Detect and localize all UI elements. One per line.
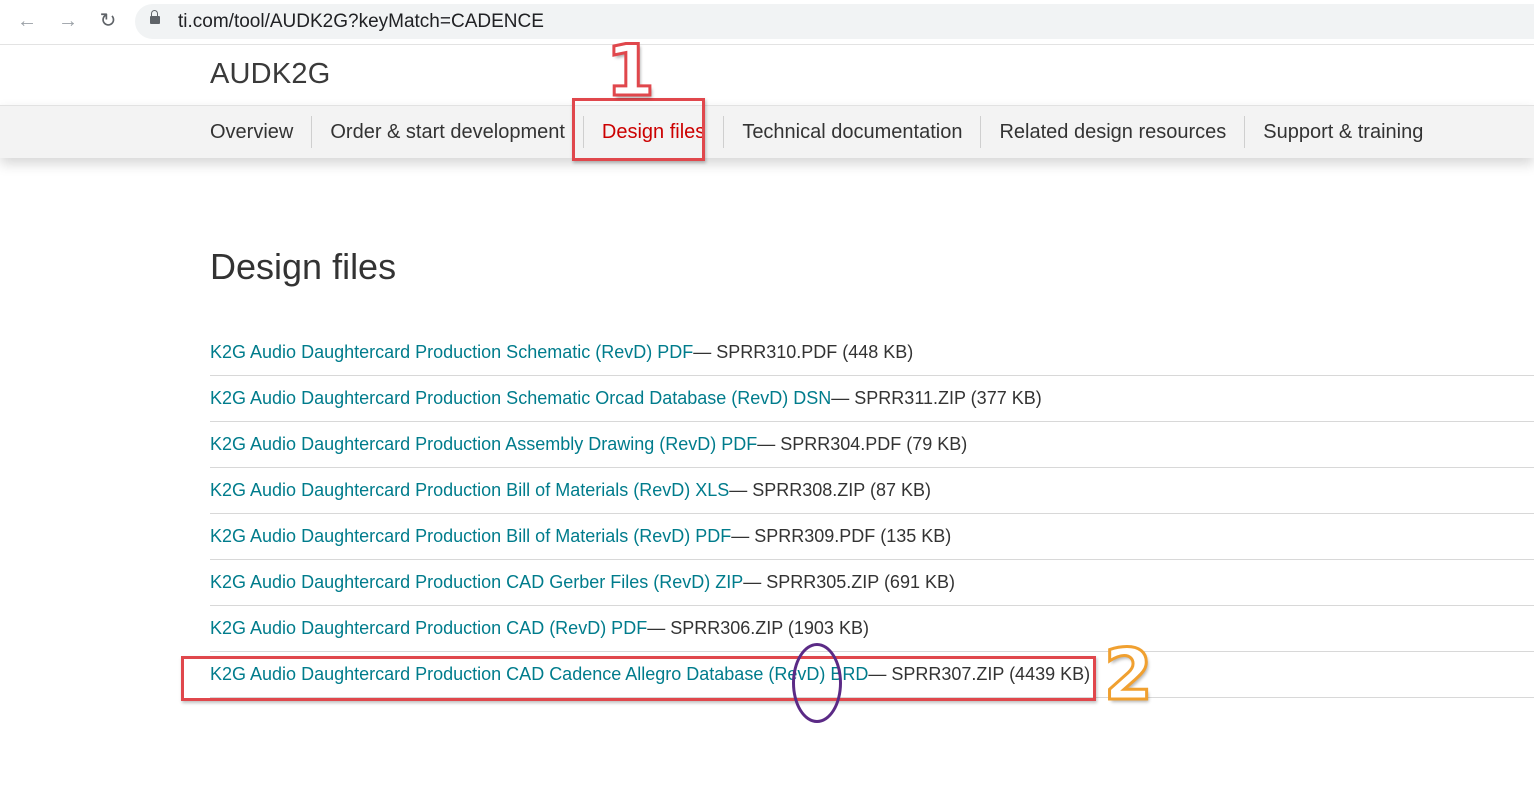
design-files-list: K2G Audio Daughtercard Production Schema… (210, 330, 1534, 698)
section-title: Design files (210, 246, 397, 287)
reload-icon[interactable]: ↻ (95, 8, 121, 34)
forward-arrow-icon[interactable]: → (55, 8, 81, 34)
product-title: AUDK2G (210, 58, 331, 90)
annotation-step-one: 1 (605, 30, 657, 112)
file-link[interactable]: K2G Audio Daughtercard Production Assemb… (210, 434, 757, 455)
list-item: K2G Audio Daughtercard Production Schema… (210, 330, 1534, 376)
list-item: K2G Audio Daughtercard Production Bill o… (210, 468, 1534, 514)
tab-support-training[interactable]: Support & training (1244, 116, 1441, 148)
tab-related-design-resources[interactable]: Related design resources (980, 116, 1244, 148)
annotation-step-two: 2 (1103, 634, 1155, 716)
list-item: K2G Audio Daughtercard Production CAD Ge… (210, 560, 1534, 606)
back-arrow-icon[interactable]: ← (14, 8, 40, 34)
file-meta: — SPRR308.ZIP (87 KB) (729, 480, 931, 500)
file-link[interactable]: K2G Audio Daughtercard Production Bill o… (210, 526, 731, 547)
file-meta: — SPRR304.PDF (79 KB) (757, 434, 968, 454)
list-item: K2G Audio Daughtercard Production Bill o… (210, 514, 1534, 560)
file-meta: — SPRR310.PDF (448 KB) (693, 342, 914, 362)
list-item: K2G Audio Daughtercard Production CAD (R… (210, 606, 1534, 652)
tab-overview[interactable]: Overview (210, 116, 311, 148)
file-meta: — SPRR311.ZIP (377 KB) (831, 388, 1042, 408)
annotation-ellipse-brd (792, 643, 842, 723)
file-meta: — SPRR309.PDF (135 KB) (731, 526, 952, 546)
file-link[interactable]: K2G Audio Daughtercard Production CAD Ge… (210, 572, 743, 593)
tab-bar: Overview Order & start development Desig… (0, 105, 1534, 158)
file-link[interactable]: K2G Audio Daughtercard Production CAD (R… (210, 618, 647, 639)
file-meta: — SPRR306.ZIP (1903 KB) (647, 618, 869, 638)
address-bar[interactable]: ti.com/tool/AUDK2G?keyMatch=CADENCE (135, 4, 1534, 39)
file-link[interactable]: K2G Audio Daughtercard Production Schema… (210, 388, 831, 409)
list-item: K2G Audio Daughtercard Production Assemb… (210, 422, 1534, 468)
tab-order-start-development[interactable]: Order & start development (311, 116, 583, 148)
annotation-box-cadence-row (181, 656, 1096, 701)
tab-list: Overview Order & start development Desig… (210, 116, 1441, 148)
tab-technical-documentation[interactable]: Technical documentation (723, 116, 980, 148)
file-meta: — SPRR305.ZIP (691 KB) (743, 572, 955, 592)
list-item: K2G Audio Daughtercard Production Schema… (210, 376, 1534, 422)
file-link[interactable]: K2G Audio Daughtercard Production Bill o… (210, 480, 729, 501)
lock-icon (150, 10, 160, 24)
url-text[interactable]: ti.com/tool/AUDK2G?keyMatch=CADENCE (178, 11, 544, 33)
file-link[interactable]: K2G Audio Daughtercard Production Schema… (210, 342, 693, 363)
browser-toolbar: ← → ↻ ti.com/tool/AUDK2G?keyMatch=CADENC… (0, 0, 1534, 45)
